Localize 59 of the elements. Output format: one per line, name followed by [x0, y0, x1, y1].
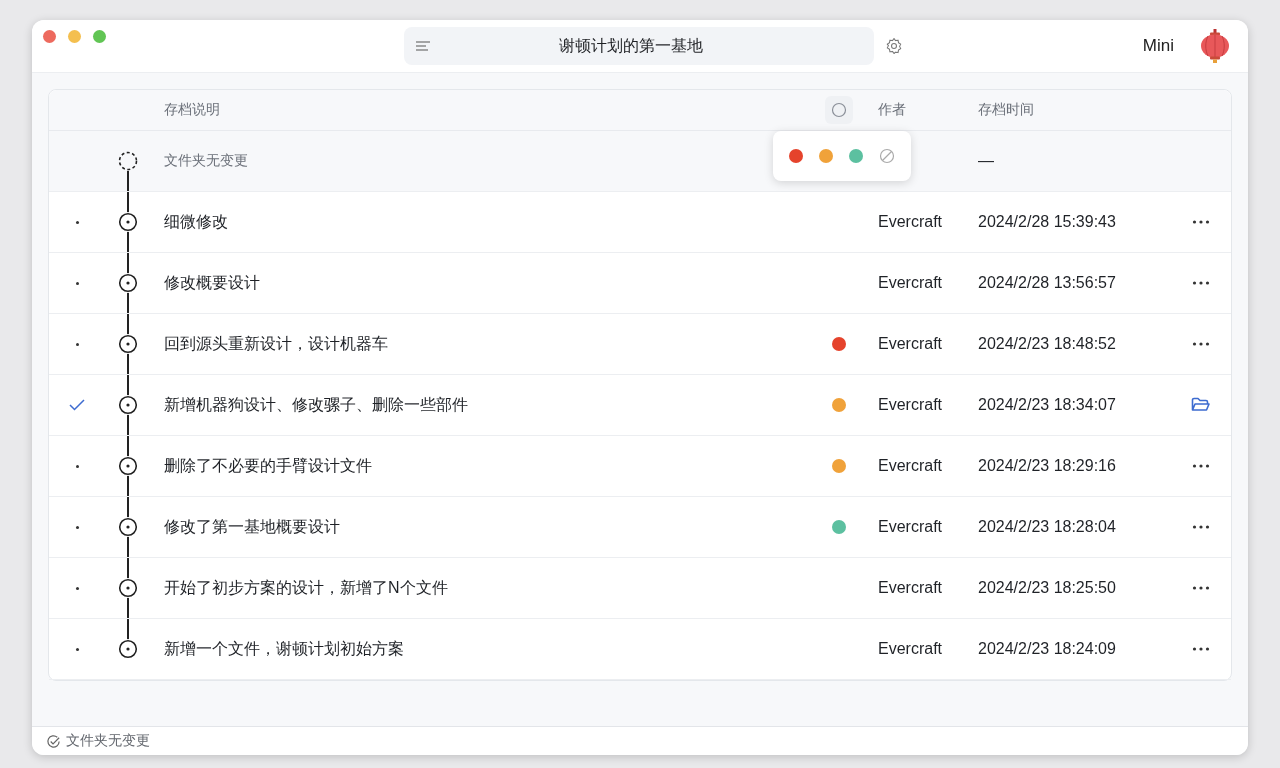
more-button[interactable] — [1190, 523, 1212, 531]
description-cell: 新增一个文件，谢顿计划初始方案 — [164, 639, 404, 657]
description-cell: 开始了初步方案的设计，新增了N个文件 — [164, 578, 448, 596]
author-cell: Evercraft — [878, 579, 942, 596]
no-color-option[interactable] — [879, 148, 895, 164]
time-cell: 2024/2/23 18:34:07 — [978, 396, 1116, 413]
time-cell: 2024/2/28 13:56:57 — [978, 274, 1116, 291]
description-cell: 细微修改 — [164, 212, 228, 230]
settings-icon[interactable] — [885, 37, 903, 55]
author-cell: Evercraft — [878, 640, 942, 657]
status-text: 文件夹无变更 — [66, 732, 150, 750]
circle-icon — [831, 102, 847, 118]
time-cell: 2024/2/23 18:29:16 — [978, 457, 1116, 474]
commit-node-icon[interactable] — [118, 578, 138, 598]
author-cell: Evercraft — [878, 335, 942, 352]
more-button[interactable] — [1190, 462, 1212, 470]
column-header: 存档时间 — [978, 101, 1034, 117]
more-button[interactable] — [1190, 218, 1212, 226]
color-option[interactable] — [789, 149, 803, 163]
time-cell: 2024/2/23 18:25:50 — [978, 579, 1116, 596]
close-button[interactable] — [43, 30, 56, 43]
author-cell: Evercraft — [878, 457, 942, 474]
commit-node-icon[interactable] — [118, 517, 138, 537]
more-button[interactable] — [1190, 584, 1212, 592]
color-filter-button[interactable] — [825, 96, 853, 124]
description-cell: 修改概要设计 — [164, 273, 260, 291]
color-option[interactable] — [819, 149, 833, 163]
color-option[interactable] — [849, 149, 863, 163]
working-status: 文件夹无变更 — [164, 152, 248, 168]
commit-node-icon[interactable] — [118, 334, 138, 354]
user-name: Mini — [1142, 36, 1174, 56]
more-button[interactable] — [1190, 340, 1212, 348]
dashed-circle-icon — [118, 151, 138, 171]
more-button[interactable] — [1190, 279, 1212, 287]
lantern-icon[interactable] — [1200, 29, 1230, 63]
more-button[interactable] — [1190, 645, 1212, 653]
author-cell: Evercraft — [878, 274, 942, 291]
description-cell: 删除了不必要的手臂设计文件 — [164, 456, 372, 474]
title-field[interactable]: 谢顿计划的第一基地 — [404, 27, 874, 65]
commit-node-icon[interactable] — [118, 273, 138, 293]
author-cell: Evercraft — [878, 213, 942, 230]
description-cell: 新增机器狗设计、修改骡子、删除一些部件 — [164, 395, 468, 413]
time-cell: 2024/2/23 18:24:09 — [978, 640, 1116, 657]
author-cell: Evercraft — [878, 396, 942, 413]
column-header: 存档说明 — [164, 101, 220, 117]
time-cell: 2024/2/28 15:39:43 — [978, 213, 1116, 230]
commit-node-icon[interactable] — [118, 639, 138, 659]
column-header: 作者 — [878, 101, 906, 117]
window-title: 谢顿计划的第一基地 — [558, 35, 704, 56]
commit-node-icon[interactable] — [118, 456, 138, 476]
commit-node-icon[interactable] — [118, 212, 138, 232]
author-cell: Evercraft — [878, 518, 942, 535]
commit-node-icon[interactable] — [118, 395, 138, 415]
description-cell: 修改了第一基地概要设计 — [164, 517, 340, 535]
time-cell: 2024/2/23 18:28:04 — [978, 518, 1116, 535]
description-cell: 回到源头重新设计，设计机器车 — [164, 334, 388, 352]
time-cell: — — [978, 152, 994, 169]
check-circle-icon — [46, 733, 61, 749]
time-cell: 2024/2/23 18:48:52 — [978, 335, 1116, 352]
